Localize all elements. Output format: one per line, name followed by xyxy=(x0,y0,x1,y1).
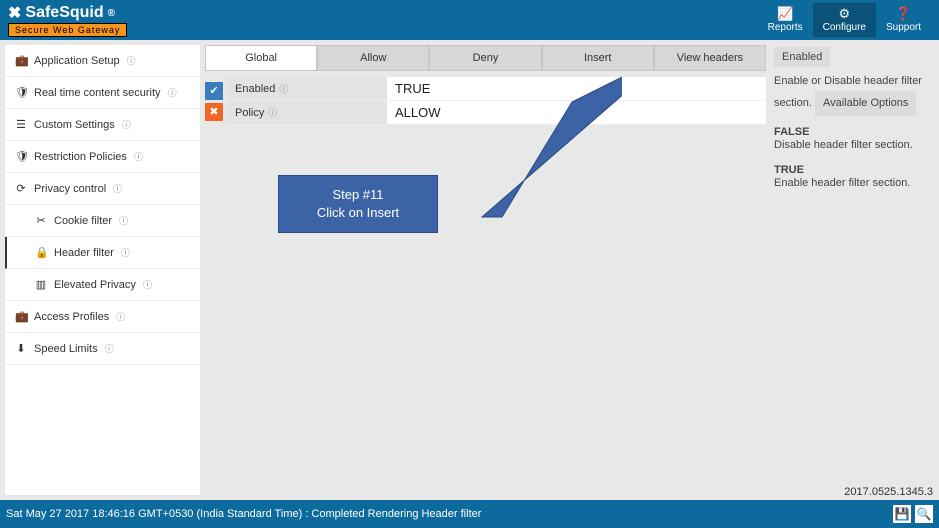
content-area: Global Allow Deny Insert View headers ✔ … xyxy=(200,40,939,500)
main-layout: 💼 Application Setup ⓘ 🛡 Real time conten… xyxy=(0,40,939,500)
build-number: 2017.0525.1345.3 xyxy=(844,486,933,498)
cut-icon: ✂ xyxy=(35,214,47,227)
tutorial-callout: Step #11 Click on Insert xyxy=(278,175,438,233)
option-false-title: FALSE xyxy=(774,126,932,138)
sidebar: 💼 Application Setup ⓘ 🛡 Real time conten… xyxy=(5,45,200,495)
reports-label: Reports xyxy=(768,22,803,33)
support-label: Support xyxy=(886,22,921,33)
refresh-icon: ⟳ xyxy=(15,182,27,195)
sidebar-item-label: Access Profiles xyxy=(34,311,109,323)
configure-label: Configure xyxy=(823,22,866,33)
header-actions: 📈 Reports ⚙ Configure ❓ Support xyxy=(758,3,931,37)
briefcase-icon: 💼 xyxy=(15,310,27,323)
info-icon: ⓘ xyxy=(119,214,128,227)
brand-name: SafeSquid xyxy=(25,4,103,22)
reports-button[interactable]: 📈 Reports xyxy=(758,3,813,37)
edit-button[interactable]: ✔ xyxy=(205,82,223,100)
option-true-desc: Enable header filter section. xyxy=(774,176,932,191)
row-action-icons: ✔ ✖ xyxy=(205,82,223,121)
help-description: Enable or Disable header filter section.… xyxy=(774,73,932,116)
bars-icon: ▥ xyxy=(35,278,47,291)
sidebar-item-label: Real time content security xyxy=(34,87,161,99)
sidebar-item-header-filter[interactable]: 🔒 Header filter ⓘ xyxy=(5,237,200,269)
option-true-title: TRUE xyxy=(774,164,932,176)
info-icon: ⓘ xyxy=(116,310,125,323)
info-icon: ⓘ xyxy=(143,278,152,291)
info-icon: ⓘ xyxy=(168,86,177,99)
sidebar-item-custom-settings[interactable]: ☰ Custom Settings ⓘ xyxy=(5,109,200,141)
sidebar-item-application-setup[interactable]: 💼 Application Setup ⓘ xyxy=(5,45,200,77)
info-icon: ⓘ xyxy=(121,246,130,259)
tab-view-headers[interactable]: View headers xyxy=(654,45,766,71)
sidebar-item-label: Custom Settings xyxy=(34,119,115,131)
shield-icon: 🛡 xyxy=(15,150,27,163)
sidebar-item-label: Header filter xyxy=(54,247,114,259)
sidebar-item-speed-limits[interactable]: ⬇ Speed Limits ⓘ xyxy=(5,333,200,365)
sidebar-item-elevated-privacy[interactable]: ▥ Elevated Privacy ⓘ xyxy=(5,269,200,301)
close-icon: ✖ xyxy=(209,105,218,118)
save-icon[interactable]: 💾 xyxy=(893,505,911,523)
sidebar-item-restriction-policies[interactable]: 🛡 Restriction Policies ⓘ xyxy=(5,141,200,173)
brand-logo: ✖ SafeSquid ® Secure Web Gateway xyxy=(8,3,127,37)
tab-global[interactable]: Global xyxy=(205,45,317,71)
sidebar-item-realtime-security[interactable]: 🛡 Real time content security ⓘ xyxy=(5,77,200,109)
info-icon: ⓘ xyxy=(134,150,143,163)
wrench-icon: ✖ xyxy=(8,3,21,23)
briefcase-icon: 💼 xyxy=(15,54,27,67)
sidebar-item-label: Elevated Privacy xyxy=(54,279,136,291)
help-badge[interactable]: Enabled xyxy=(774,47,830,67)
kv-key-label: Enabled xyxy=(235,83,275,95)
footer-actions: 💾 🔍 xyxy=(893,505,933,523)
search-icon[interactable]: 🔍 xyxy=(915,505,933,523)
info-icon: ⓘ xyxy=(122,118,131,131)
available-options-button[interactable]: Available Options xyxy=(815,91,916,117)
support-button[interactable]: ❓ Support xyxy=(876,3,931,37)
download-icon: ⬇ xyxy=(15,342,27,355)
tab-label: Global xyxy=(245,52,277,64)
status-text: Sat May 27 2017 18:46:16 GMT+0530 (India… xyxy=(6,508,481,520)
callout-line1: Step #11 xyxy=(285,186,431,204)
tab-label: View headers xyxy=(677,52,743,64)
shield-icon: 🛡 xyxy=(15,86,27,99)
configure-button[interactable]: ⚙ Configure xyxy=(813,3,876,37)
list-icon: ☰ xyxy=(15,118,27,131)
info-icon: ⓘ xyxy=(113,182,122,195)
status-bar: Sat May 27 2017 18:46:16 GMT+0530 (India… xyxy=(0,500,939,528)
sidebar-item-label: Privacy control xyxy=(34,183,106,195)
callout-line2: Click on Insert xyxy=(285,204,431,222)
option-false-desc: Disable header filter section. xyxy=(774,138,932,153)
app-header: ✖ SafeSquid ® Secure Web Gateway 📈 Report… xyxy=(0,0,939,40)
reports-icon: 📈 xyxy=(768,7,803,20)
sidebar-item-label: Speed Limits xyxy=(34,343,98,355)
info-icon: ⓘ xyxy=(279,82,288,95)
info-icon: ⓘ xyxy=(127,54,136,67)
sidebar-item-label: Restriction Policies xyxy=(34,151,127,163)
info-icon: ⓘ xyxy=(105,342,114,355)
brand-tagline: Secure Web Gateway xyxy=(8,23,127,37)
sidebar-item-privacy-control[interactable]: ⟳ Privacy control ⓘ xyxy=(5,173,200,205)
configure-icon: ⚙ xyxy=(823,7,866,20)
delete-button[interactable]: ✖ xyxy=(205,103,223,121)
brand-registered: ® xyxy=(108,8,115,19)
check-icon: ✔ xyxy=(209,84,218,97)
support-icon: ❓ xyxy=(886,7,921,20)
sidebar-item-cookie-filter[interactable]: ✂ Cookie filter ⓘ xyxy=(5,205,200,237)
sidebar-item-access-profiles[interactable]: 💼 Access Profiles ⓘ xyxy=(5,301,200,333)
sidebar-item-label: Cookie filter xyxy=(54,215,112,227)
help-panel: Enabled Enable or Disable header filter … xyxy=(772,45,934,495)
lock-icon: 🔒 xyxy=(35,246,47,259)
info-icon: ⓘ xyxy=(268,106,277,119)
kv-key-label: Policy xyxy=(235,107,264,119)
sidebar-item-label: Application Setup xyxy=(34,55,120,67)
